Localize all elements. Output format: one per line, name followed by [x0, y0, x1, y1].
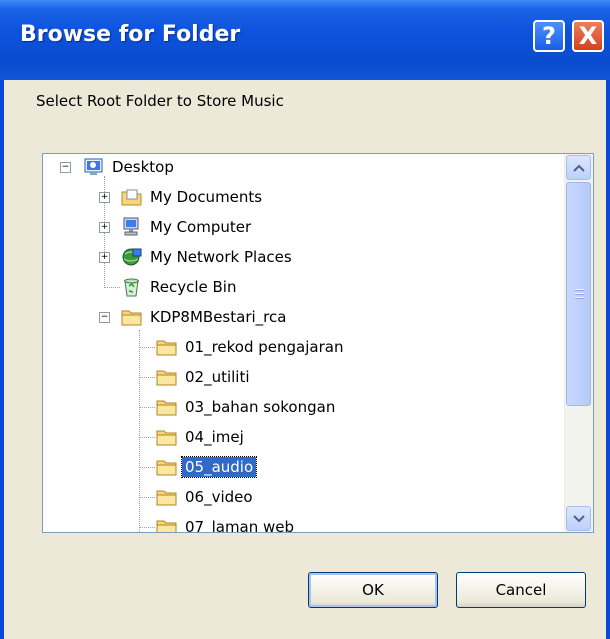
- scroll-thumb[interactable]: [566, 182, 591, 406]
- help-button[interactable]: ?: [533, 20, 565, 52]
- folder-icon: [156, 487, 178, 507]
- tree-line: [139, 527, 155, 528]
- tree-line: [139, 437, 155, 438]
- tree-item-label: My Documents: [150, 188, 263, 206]
- tree-item-label: 07_laman web: [185, 518, 295, 533]
- tree-item-label: Desktop: [112, 158, 174, 176]
- scroll-up-button[interactable]: [566, 155, 591, 180]
- folder-icon: [121, 307, 143, 327]
- vertical-scrollbar[interactable]: [564, 154, 593, 532]
- tree-item-my-network-places[interactable]: My Network Places: [121, 246, 295, 268]
- tree-item-label: 06_video: [185, 488, 253, 506]
- tree-item-label: 05_audio: [180, 456, 258, 478]
- tree-item-recycle-bin[interactable]: Recycle Bin: [121, 276, 239, 298]
- chevron-down-icon: [572, 514, 585, 522]
- folder-icon: [156, 517, 178, 532]
- tree-item-label: 01_rekod pengajaran: [185, 338, 344, 356]
- tree-item-label: 03_bahan sokongan: [185, 398, 336, 416]
- folder-icon: [156, 367, 178, 387]
- tree-line: [139, 377, 155, 378]
- tree-item-03-bahan-sokongan[interactable]: 03_bahan sokongan: [156, 396, 338, 418]
- tree-item-06-video[interactable]: 06_video: [156, 486, 256, 508]
- my-computer-icon: [121, 217, 143, 237]
- scroll-down-button[interactable]: [566, 506, 591, 531]
- tree-item-label: My Network Places: [150, 248, 292, 266]
- tree-line: [139, 467, 155, 468]
- expand-my-computer-toggle[interactable]: +: [99, 222, 110, 233]
- tree-line: [139, 497, 155, 498]
- thumb-grip: [575, 289, 584, 291]
- browse-for-folder-dialog: Browse for Folder ? X Select Root Folder…: [0, 0, 610, 639]
- desktop-icon: [83, 157, 105, 177]
- cancel-button[interactable]: Cancel: [456, 572, 586, 608]
- tree-item-label: KDP8MBestari_rca: [150, 308, 287, 326]
- title-bar[interactable]: Browse for Folder ? X: [0, 0, 610, 80]
- expand-network-places-toggle[interactable]: +: [99, 252, 110, 263]
- expand-my-documents-toggle[interactable]: +: [99, 192, 110, 203]
- network-places-icon: [121, 247, 143, 267]
- recycle-bin-icon: [121, 277, 143, 297]
- close-icon: X: [578, 22, 598, 50]
- folder-icon: [156, 457, 178, 477]
- folder-icon: [156, 427, 178, 447]
- thumb-grip: [575, 297, 584, 299]
- thumb-grip: [575, 293, 584, 295]
- prompt-text: Select Root Folder to Store Music: [36, 92, 284, 110]
- folder-icon: [156, 397, 178, 417]
- tree-item-label: 04_imej: [185, 428, 244, 446]
- tree-item-label: 02_utiliti: [185, 368, 250, 386]
- tree-item-label: My Computer: [150, 218, 252, 236]
- tree-item-01-rekod-pengajaran[interactable]: 01_rekod pengajaran: [156, 336, 346, 358]
- tree-item-02-utiliti[interactable]: 02_utiliti: [156, 366, 253, 388]
- collapse-kdp-folder-toggle[interactable]: −: [99, 312, 110, 323]
- ok-button[interactable]: OK: [308, 572, 438, 608]
- tree-item-my-computer[interactable]: My Computer: [121, 216, 254, 238]
- chevron-up-icon: [572, 164, 585, 172]
- tree-line: [139, 330, 140, 532]
- help-icon: ?: [542, 22, 556, 50]
- tree-item-04-imej[interactable]: 04_imej: [156, 426, 247, 448]
- tree-item-05-audio[interactable]: 05_audio: [156, 456, 258, 478]
- tree-item-desktop[interactable]: Desktop: [83, 156, 177, 178]
- tree-line: [104, 287, 120, 288]
- folder-tree[interactable]: − + + + − Desktop My Documents My Comput…: [42, 153, 594, 533]
- collapse-desktop-toggle[interactable]: −: [60, 162, 71, 173]
- dialog-title: Browse for Folder: [20, 22, 241, 47]
- tree-item-kdp8mbestari-rca[interactable]: KDP8MBestari_rca: [121, 306, 289, 328]
- folder-icon: [156, 337, 178, 357]
- tree-line: [139, 347, 155, 348]
- tree-item-07-laman-web[interactable]: 07_laman web: [156, 516, 297, 533]
- tree-line: [139, 407, 155, 408]
- my-documents-icon: [121, 187, 143, 207]
- tree-item-label: Recycle Bin: [150, 278, 237, 296]
- close-button[interactable]: X: [572, 20, 604, 52]
- tree-item-my-documents[interactable]: My Documents: [121, 186, 265, 208]
